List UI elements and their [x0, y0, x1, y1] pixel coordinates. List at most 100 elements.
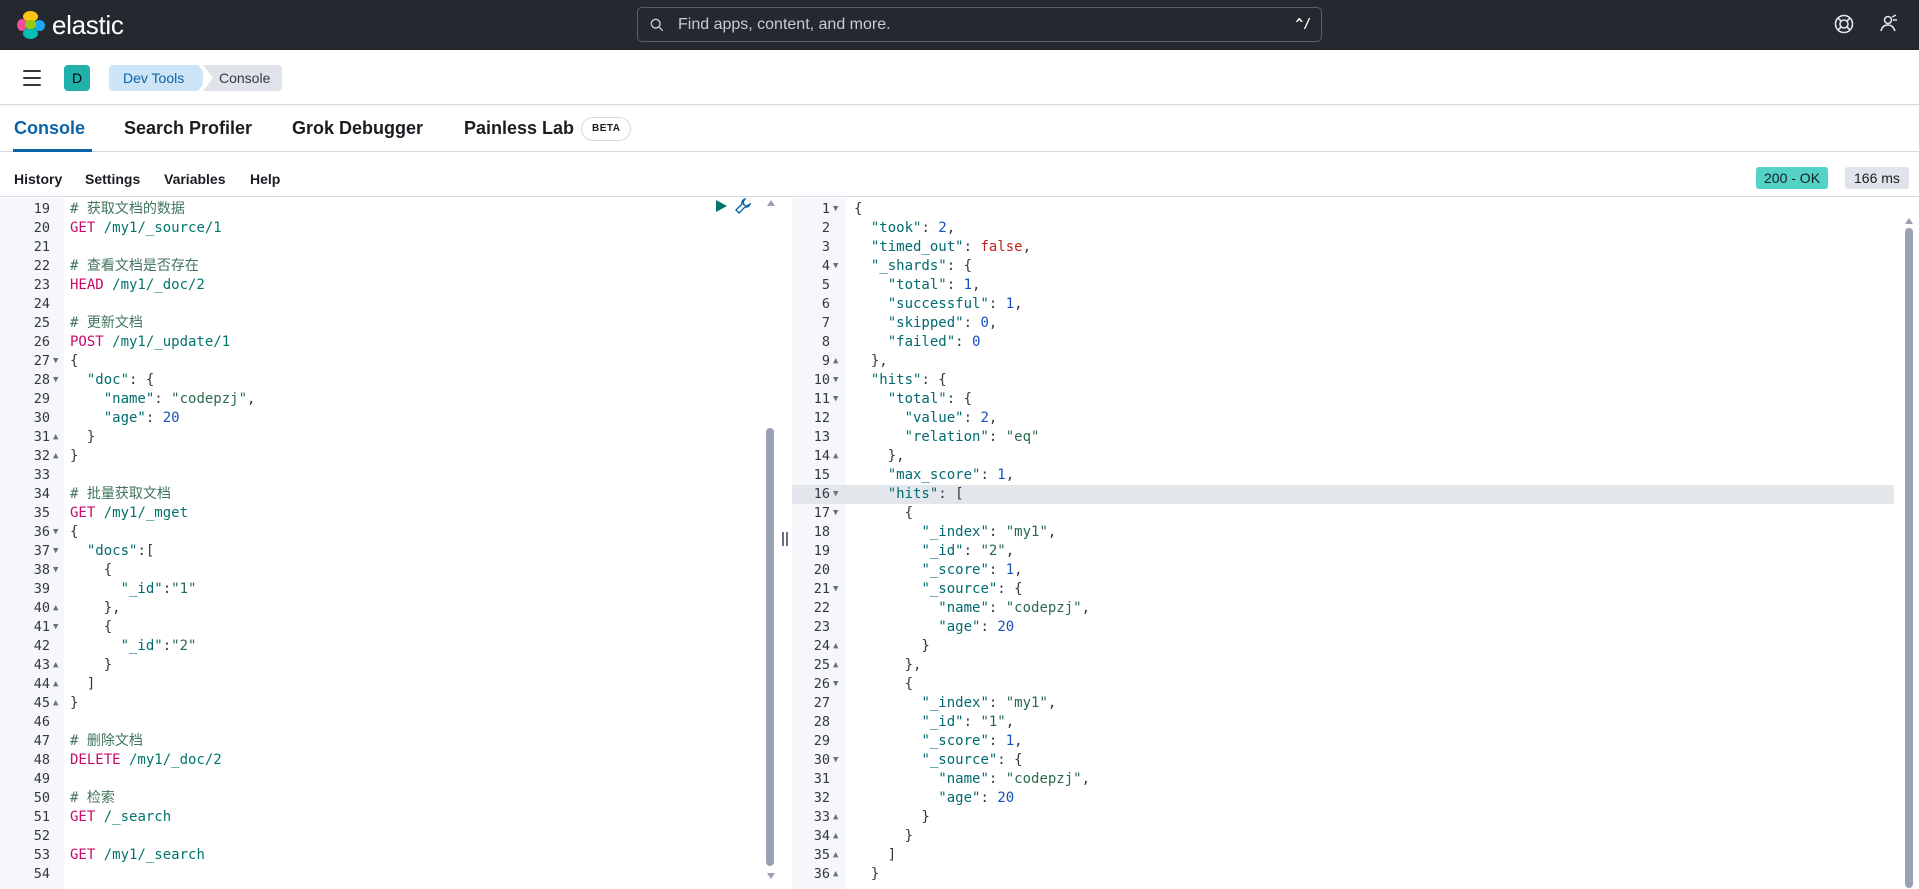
- line-number: 20: [33, 220, 50, 236]
- line-number: 31: [813, 771, 830, 787]
- code-text: }: [70, 694, 78, 713]
- code-token: 20: [997, 619, 1015, 635]
- fold-close-icon[interactable]: ▲: [833, 865, 838, 884]
- code-token: ,: [1014, 562, 1023, 578]
- elastic-logo[interactable]: elastic: [17, 10, 124, 41]
- code-token: :: [988, 429, 1006, 445]
- line-number: 12: [813, 410, 830, 426]
- line-number: 40: [33, 600, 50, 616]
- global-header: elastic Find apps, content, and more. ^/: [0, 0, 1919, 50]
- code-text: "skipped": 0,: [854, 314, 998, 333]
- fold-open-icon[interactable]: ▼: [53, 371, 58, 390]
- code-token: },: [854, 353, 888, 369]
- fold-close-icon[interactable]: ▲: [833, 846, 838, 865]
- fold-close-icon[interactable]: ▲: [53, 694, 58, 713]
- fold-open-icon[interactable]: ▼: [53, 542, 58, 561]
- line-number: 30: [33, 410, 50, 426]
- help-button[interactable]: Help: [250, 171, 280, 187]
- splitter-grip-icon[interactable]: [782, 532, 788, 546]
- fold-close-icon[interactable]: ▲: [833, 808, 838, 827]
- tab-search-profiler[interactable]: Search Profiler: [124, 118, 252, 139]
- code-token: }: [854, 809, 930, 825]
- send-request-icon[interactable]: [713, 198, 729, 214]
- request-scrollbar[interactable]: [766, 428, 774, 866]
- tab-grok-debugger[interactable]: Grok Debugger: [292, 118, 423, 139]
- line-number: 10: [813, 372, 830, 388]
- duration-badge: 166 ms: [1845, 167, 1909, 189]
- breadcrumb-bar: D Dev Tools Console: [0, 50, 1919, 105]
- code-token: ,: [988, 315, 998, 331]
- code-token: "2": [171, 638, 197, 654]
- fold-close-icon[interactable]: ▲: [53, 675, 58, 694]
- line-number: 28: [813, 714, 830, 730]
- response-editor[interactable]: 1 ▼{2 "took": 2, 3 "timed_out": false, 4 ▼ "…: [792, 198, 1919, 889]
- code-token: "skipped": [887, 315, 964, 331]
- fold-open-icon[interactable]: ▼: [833, 257, 838, 276]
- line-number: 1: [821, 201, 830, 217]
- fold-close-icon[interactable]: ▲: [833, 352, 838, 371]
- tab-console[interactable]: Console: [14, 118, 85, 139]
- code-token: # 更新文档: [70, 315, 143, 331]
- code-token: ,: [1005, 543, 1015, 559]
- fold-close-icon[interactable]: ▲: [833, 637, 838, 656]
- fold-open-icon[interactable]: ▼: [53, 523, 58, 542]
- line-number: 15: [813, 467, 830, 483]
- fold-close-icon[interactable]: ▲: [53, 447, 58, 466]
- help-icon[interactable]: [1833, 13, 1855, 35]
- request-scroll-down-icon[interactable]: [767, 873, 775, 879]
- wrench-actions-icon[interactable]: [734, 197, 752, 215]
- code-token: "name": [103, 391, 155, 407]
- fold-open-icon[interactable]: ▼: [53, 561, 58, 580]
- code-text: },: [70, 599, 121, 618]
- line-number: 21: [813, 581, 830, 597]
- fold-close-icon[interactable]: ▲: [53, 428, 58, 447]
- response-scroll-up-icon[interactable]: [1905, 218, 1913, 224]
- code-text: "name": "codepzj",: [854, 770, 1090, 789]
- fold-open-icon[interactable]: ▼: [833, 200, 838, 219]
- history-button[interactable]: History: [14, 171, 62, 187]
- fold-open-icon[interactable]: ▼: [833, 580, 838, 599]
- fold-close-icon[interactable]: ▲: [833, 447, 838, 466]
- user-menu-icon[interactable]: [1877, 13, 1899, 35]
- global-search-input[interactable]: Find apps, content, and more. ^/: [637, 7, 1322, 42]
- code-token: "1": [980, 714, 1006, 730]
- code-token: 1: [1005, 562, 1015, 578]
- request-scroll-up-icon[interactable]: [767, 200, 775, 206]
- fold-close-icon[interactable]: ▲: [53, 599, 58, 618]
- tab-painless-lab[interactable]: Painless Lab: [464, 118, 574, 139]
- code-text: # 删除文档: [70, 732, 143, 751]
- code-token: 1: [1005, 296, 1015, 312]
- code-text: GET /my1/_mget: [70, 504, 188, 523]
- fold-open-icon[interactable]: ▼: [833, 390, 838, 409]
- fold-close-icon[interactable]: ▲: [833, 827, 838, 846]
- breadcrumb-dev-tools[interactable]: Dev Tools: [109, 65, 209, 91]
- line-number: 27: [33, 353, 50, 369]
- code-token: "total": [887, 391, 947, 407]
- fold-open-icon[interactable]: ▼: [53, 352, 58, 371]
- code-token: :: [955, 334, 973, 350]
- code-token: :: [963, 543, 981, 559]
- response-scrollbar[interactable]: [1905, 228, 1913, 888]
- fold-open-icon[interactable]: ▼: [833, 485, 838, 504]
- code-token: : [: [938, 486, 964, 502]
- code-text: }: [70, 447, 78, 466]
- fold-close-icon[interactable]: ▲: [833, 656, 838, 675]
- code-token: "hits": [887, 486, 939, 502]
- fold-open-icon[interactable]: ▼: [53, 618, 58, 637]
- space-avatar[interactable]: D: [64, 65, 90, 91]
- menu-toggle-icon[interactable]: [23, 70, 41, 86]
- fold-close-icon[interactable]: ▲: [53, 656, 58, 675]
- request-editor[interactable]: 19 # 获取文档的数据 20 GET /my1/_source/1 21 22 # 查看文…: [0, 198, 778, 889]
- settings-button[interactable]: Settings: [85, 171, 140, 187]
- fold-open-icon[interactable]: ▼: [833, 371, 838, 390]
- line-number: 48: [33, 752, 50, 768]
- fold-open-icon[interactable]: ▼: [833, 751, 838, 770]
- fold-open-icon[interactable]: ▼: [833, 675, 838, 694]
- code-token: /my1/_update/1: [103, 334, 231, 350]
- code-token: 0: [980, 315, 989, 331]
- fold-open-icon[interactable]: ▼: [833, 504, 838, 523]
- variables-button[interactable]: Variables: [164, 171, 226, 187]
